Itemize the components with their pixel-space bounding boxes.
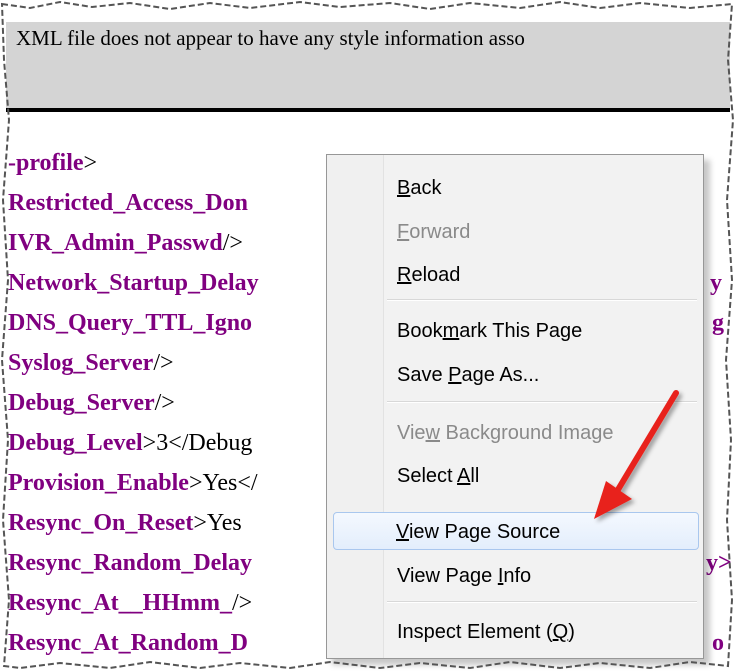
menu-item-back[interactable]: Back — [385, 169, 699, 207]
xml-fragment: y — [710, 270, 722, 296]
menu-item-forward[interactable]: Forward — [385, 213, 699, 251]
xml-line: Resync_At__HHmm_/> — [8, 590, 252, 622]
xml-line: Network_Startup_Delay — [8, 270, 259, 302]
xml-line: Restricted_Access_Don — [8, 190, 248, 222]
xml-tag-rest: /> — [222, 230, 243, 256]
xml-line: Resync_On_Reset>Yes — [8, 510, 242, 542]
xml-line: Provision_Enable>Yes</ — [8, 470, 258, 502]
context-menu-gutter — [327, 155, 384, 658]
xml-line: IVR_Admin_Passwd/> — [8, 230, 243, 262]
xml-info-text: XML file does not appear to have any sty… — [16, 26, 525, 50]
screenshot-frame: XML file does not appear to have any sty… — [0, 0, 736, 671]
xml-tag-name: Resync_On_Reset — [8, 510, 194, 536]
xml-tag-name: Syslog_Server — [8, 350, 154, 376]
xml-line: Syslog_Server/> — [8, 350, 174, 382]
menu-item-bookmark[interactable]: Bookmark This Page — [385, 312, 699, 350]
xml-tag-rest: >Yes — [193, 510, 242, 536]
xml-line: Debug_Server/> — [8, 390, 175, 422]
xml-tag-name: Network_Startup_Delay — [8, 270, 259, 296]
xml-tag-rest: /> — [153, 350, 174, 376]
xml-tag-name: IVR_Admin_Passwd — [8, 230, 223, 256]
xml-tag-rest: >3</Debug — [142, 430, 253, 456]
menu-item-reload[interactable]: Reload — [385, 256, 699, 294]
xml-tag-name: Restricted_Access_Don — [8, 190, 248, 216]
xml-line: Resync_At_Random_D — [8, 630, 248, 662]
xml-tag-name: DNS_Query_TTL_Igno — [8, 310, 253, 336]
xml-tag-rest: /> — [154, 390, 175, 416]
xml-line: Debug_Level>3</Debug — [8, 430, 252, 462]
xml-tag-name: Provision_Enable — [8, 470, 189, 496]
menu-item-view-page-info[interactable]: View Page Info — [385, 557, 699, 595]
xml-tag-name: Resync_At__HHmm_ — [8, 590, 232, 616]
xml-tag-name: Debug_Server — [8, 390, 155, 416]
xml-tag-name: Debug_Level — [8, 430, 143, 456]
xml-tag-rest: >Yes</ — [188, 470, 258, 496]
xml-tag-rest: /> — [231, 590, 253, 616]
xml-fragment: o — [712, 630, 724, 656]
xml-tag-rest: > — [83, 150, 98, 176]
menu-item-inspect-element[interactable]: Inspect Element (Q) — [385, 613, 699, 651]
xml-line: DNS_Query_TTL_Igno — [8, 310, 252, 342]
xml-info-banner: XML file does not appear to have any sty… — [6, 22, 730, 112]
xml-tag-name: Resync_At_Random_D — [8, 630, 248, 656]
xml-line: -profile> — [8, 150, 97, 182]
xml-tag-name: Resync_Random_Delay — [8, 550, 252, 576]
menu-separator — [387, 299, 697, 301]
menu-separator — [387, 601, 697, 603]
xml-fragment: g — [712, 310, 724, 336]
red-arrow-icon — [594, 390, 679, 519]
xml-tag-name: -profile — [8, 150, 84, 176]
xml-line: Resync_Random_Delay — [8, 550, 252, 582]
